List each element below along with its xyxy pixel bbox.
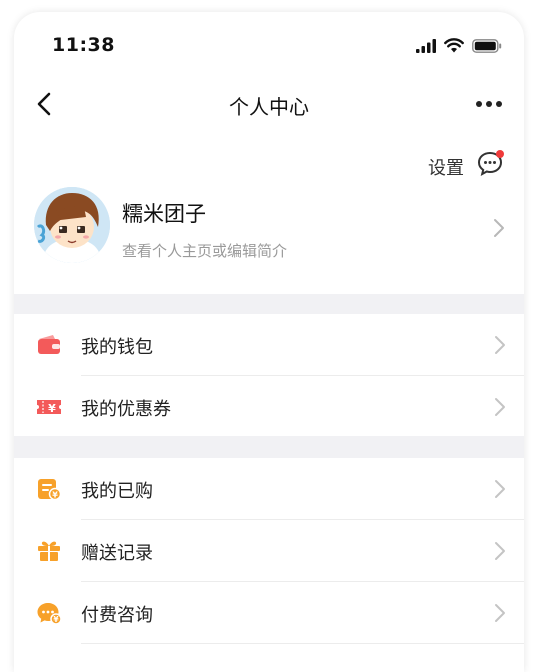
paid-consult-icon: ¥ xyxy=(37,603,62,625)
gift-icon xyxy=(38,541,60,561)
more-button[interactable] xyxy=(472,92,506,116)
page-title: 个人中心 xyxy=(229,95,309,119)
menu-item-paid-consult[interactable]: ¥ 付费咨询 xyxy=(14,582,524,644)
chevron-right-icon xyxy=(495,542,505,560)
purchased-icon: ¥ xyxy=(38,479,62,501)
menu-label: 赠送记录 xyxy=(81,543,153,564)
notification-dot xyxy=(496,150,504,158)
avatar-image xyxy=(34,187,110,263)
chevron-right-icon xyxy=(494,219,504,237)
status-icons xyxy=(416,38,502,53)
menu-item-gift-records[interactable]: 赠送记录 xyxy=(14,520,524,582)
avatar[interactable] xyxy=(34,187,110,263)
menu-group-finance: 我的钱包 ¥ 我的优惠券 xyxy=(14,314,524,436)
menu-item-wallet[interactable]: 我的钱包 xyxy=(14,314,524,376)
profile-name[interactable]: 糯米团子 xyxy=(122,198,206,228)
coupon-icon: ¥ xyxy=(37,400,61,415)
message-button[interactable] xyxy=(476,148,506,178)
menu-label: 付费咨询 xyxy=(81,605,153,626)
menu-item-purchased[interactable]: ¥ 我的已购 xyxy=(14,458,524,520)
svg-text:¥: ¥ xyxy=(53,615,59,624)
status-time: 11:38 xyxy=(52,34,115,56)
profile-subtitle[interactable]: 查看个人主页或编辑简介 xyxy=(122,240,287,261)
wallet-icon xyxy=(38,335,60,354)
menu-group-orders: ¥ 我的已购 赠送记录 ¥ 付费咨询 xyxy=(14,458,524,672)
chevron-right-icon xyxy=(495,480,505,498)
chevron-right-icon xyxy=(495,336,505,354)
menu-item-coupons[interactable]: ¥ 我的优惠券 xyxy=(14,376,524,438)
chat-bubble-icon xyxy=(477,150,504,176)
menu-label: 我的钱包 xyxy=(81,337,153,358)
signal-icon xyxy=(416,38,436,53)
settings-link[interactable]: 设置 xyxy=(428,154,464,180)
wifi-icon xyxy=(444,38,464,53)
divider xyxy=(81,643,524,644)
header-section: 11:38 个人中心 设置 糯米团子 查看个人主页或编辑简介 xyxy=(14,12,524,294)
menu-label: 我的已购 xyxy=(81,481,153,502)
phone-screen: 11:38 个人中心 设置 糯米团子 查看个人主页或编辑简介 我的钱包 ¥ 我的… xyxy=(14,12,524,672)
svg-text:¥: ¥ xyxy=(52,491,58,500)
more-dots-icon xyxy=(476,101,482,107)
svg-text:¥: ¥ xyxy=(48,402,56,415)
battery-icon xyxy=(472,38,502,53)
profile-arrow[interactable] xyxy=(492,218,506,238)
chevron-right-icon xyxy=(495,604,505,622)
chevron-right-icon xyxy=(495,398,505,416)
menu-label: 我的优惠券 xyxy=(81,399,171,420)
